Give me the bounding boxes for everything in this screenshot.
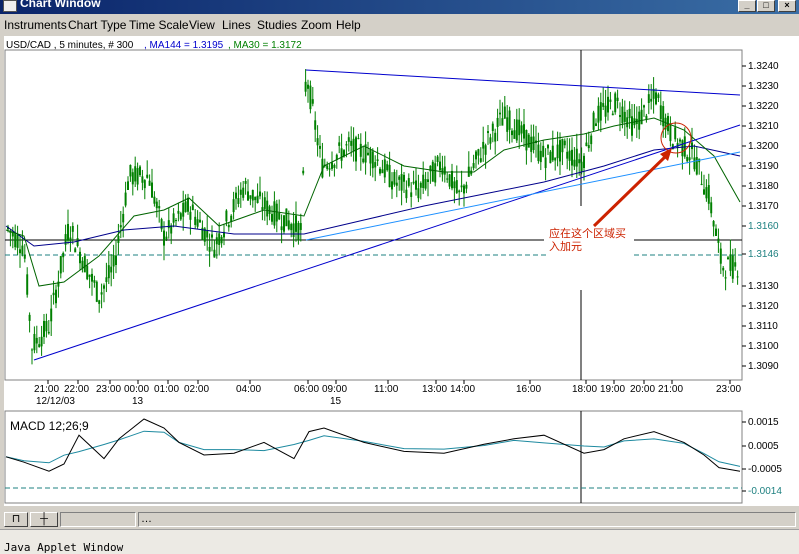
y-tick-label: 1.3200 — [748, 141, 779, 152]
date-label-1: 12/12/03 — [36, 396, 75, 407]
y-tick-label: 1.3220 — [748, 101, 779, 112]
menu-studies[interactable]: Studies — [257, 18, 297, 32]
x-tick-label: 01:00 — [154, 384, 179, 395]
macd-tick-label: -0.0005 — [748, 464, 782, 475]
crosshair-button[interactable]: ┼ — [30, 512, 58, 527]
minimize-button[interactable]: _ — [738, 0, 756, 12]
applet-window-label: Java Applet Window — [4, 541, 124, 554]
y-tick-label: 1.3160 — [748, 221, 779, 232]
window-title: Chart Window — [20, 0, 101, 10]
annotation-line1: 应在这个区域买 — [549, 226, 626, 240]
y-tick-label: 1.3170 — [748, 201, 779, 212]
ma144-label: , MA144 = 1.3195 — [144, 40, 224, 51]
y-tick-label: 1.3110 — [748, 321, 778, 332]
x-tick-label: 22:00 — [64, 384, 89, 395]
x-tick-label: 21:00 — [658, 384, 683, 395]
date-label-3: 15 — [330, 396, 342, 407]
price-chart[interactable]: USD/CAD , 5 minutes, # 300 , MA144 = 1.3… — [4, 36, 799, 506]
y-tick-label: 1.3090 — [748, 361, 779, 372]
x-tick-label: 09:00 — [322, 384, 347, 395]
y-tick-label: 1.3190 — [748, 161, 779, 172]
status-field-2: … — [138, 512, 796, 527]
y-tick-label: 1.3120 — [748, 301, 779, 312]
x-tick-label: 16:00 — [516, 384, 541, 395]
y-tick-label: 1.3210 — [748, 121, 779, 132]
window-titlebar: Chart Window _ □ × — [0, 0, 799, 14]
macd-label: MACD 12;26;9 — [10, 419, 89, 433]
date-label-2: 13 — [132, 396, 144, 407]
menu-help[interactable]: Help — [336, 18, 361, 32]
macd-tick-label: 0.0015 — [748, 417, 779, 428]
x-tick-label: 23:00 — [96, 384, 121, 395]
menu-zoom[interactable]: Zoom — [301, 18, 332, 32]
x-tick-label: 20:00 — [630, 384, 655, 395]
menu-chart-type[interactable]: Chart Type — [68, 18, 126, 32]
x-tick-label: 00:00 — [124, 384, 149, 395]
x-tick-label: 18:00 — [572, 384, 597, 395]
status-field-1 — [60, 512, 136, 527]
close-button[interactable]: × — [778, 0, 796, 12]
x-tick-label: 06:00 — [294, 384, 319, 395]
y-tick-label: 1.3130 — [748, 281, 779, 292]
pin-button[interactable]: ⊓ — [4, 512, 28, 527]
x-tick-label: 14:00 — [450, 384, 475, 395]
ma30-label: , MA30 = 1.3172 — [228, 40, 302, 51]
x-tick-label: 21:00 — [34, 384, 59, 395]
x-tick-label: 02:00 — [184, 384, 209, 395]
menu-lines[interactable]: Lines — [222, 18, 251, 32]
x-tick-label: 19:00 — [600, 384, 625, 395]
annotation-line2: 入加元 — [549, 240, 582, 253]
applet-footer: Java Applet Window — [0, 529, 799, 554]
macd-tick-label: -0.0014 — [748, 486, 782, 497]
menu-time-scale[interactable]: Time Scale — [129, 18, 189, 32]
menu-instruments[interactable]: Instruments — [4, 18, 67, 32]
y-tick-label: 1.3100 — [748, 341, 779, 352]
y-tick-label: 1.3240 — [748, 61, 779, 72]
chart-area: USD/CAD , 5 minutes, # 300 , MA144 = 1.3… — [4, 36, 799, 506]
app-icon — [3, 0, 17, 12]
maximize-button[interactable]: □ — [757, 0, 775, 12]
menu-view[interactable]: View — [189, 18, 215, 32]
x-tick-label: 11:00 — [374, 384, 399, 395]
y-tick-label: 1.3146 — [748, 249, 779, 260]
y-tick-label: 1.3180 — [748, 181, 779, 192]
menu-bar: Instruments Chart Type Time Scale View L… — [0, 15, 799, 35]
x-tick-label: 23:00 — [716, 384, 741, 395]
x-tick-label: 04:00 — [236, 384, 261, 395]
macd-tick-label: 0.0005 — [748, 441, 779, 452]
chart-symbol-label: USD/CAD , 5 minutes, # 300 — [6, 40, 134, 51]
status-bar: ⊓ ┼ … — [0, 509, 799, 529]
x-tick-label: 13:00 — [422, 384, 447, 395]
y-tick-label: 1.3230 — [748, 81, 779, 92]
